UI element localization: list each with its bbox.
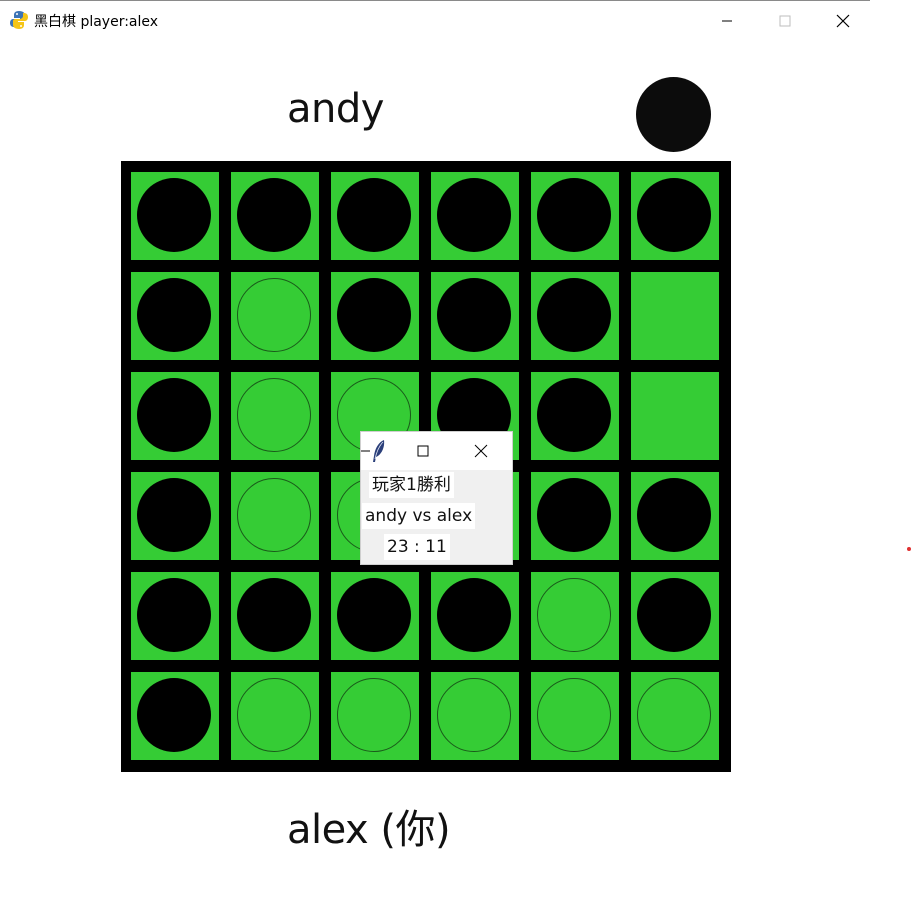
board-cell-r4-c6[interactable]: [631, 472, 719, 560]
maximize-button[interactable]: [756, 2, 814, 40]
board-cell-r1-c4[interactable]: [431, 172, 519, 260]
board-cell-r1-c1[interactable]: [131, 172, 219, 260]
result-dialog: 玩家1勝利 andy vs alex 23 : 11: [361, 432, 512, 564]
board-cell-r1-c2[interactable]: [231, 172, 319, 260]
dialog-maximize-button[interactable]: [412, 440, 434, 462]
black-disc-icon: [137, 478, 211, 552]
black-disc-icon: [637, 178, 711, 252]
window-title: 黑白棋 player:alex: [34, 14, 159, 30]
black-disc-icon: [137, 178, 211, 252]
board-cell-r2-c5[interactable]: [531, 272, 619, 360]
board-cell-r5-c3[interactable]: [331, 572, 419, 660]
board-cell-r2-c6[interactable]: [631, 272, 719, 360]
board-cell-r1-c3[interactable]: [331, 172, 419, 260]
black-disc-icon: [237, 578, 311, 652]
tk-feather-icon: [373, 440, 385, 462]
black-disc-icon: [537, 378, 611, 452]
board-cell-r4-c2[interactable]: [231, 472, 319, 560]
board-cell-r2-c3[interactable]: [331, 272, 419, 360]
game-window: 黑白棋 player:alex andy alex (你) 玩家1勝利 andy…: [0, 0, 914, 915]
board-cell-r3-c5[interactable]: [531, 372, 619, 460]
black-disc-icon: [636, 77, 711, 152]
score-label: 23 : 11: [384, 534, 450, 560]
maximize-icon: [417, 445, 429, 457]
black-disc-icon: [637, 478, 711, 552]
black-disc-icon: [137, 678, 211, 752]
board-cell-r6-c4[interactable]: [431, 672, 519, 760]
player-name: alex (你): [287, 807, 451, 853]
valid-move-ring-icon: [437, 678, 511, 752]
black-disc-icon: [337, 178, 411, 252]
black-disc-icon: [537, 278, 611, 352]
board-cell-r2-c4[interactable]: [431, 272, 519, 360]
cursor-dot: [907, 547, 911, 551]
black-disc-icon: [337, 278, 411, 352]
valid-move-ring-icon: [337, 678, 411, 752]
board-cell-r1-c5[interactable]: [531, 172, 619, 260]
board-cell-r3-c6[interactable]: [631, 372, 719, 460]
valid-move-ring-icon: [237, 378, 311, 452]
black-disc-icon: [437, 278, 511, 352]
minimize-icon: [722, 20, 732, 22]
black-disc-icon: [137, 278, 211, 352]
board-cell-r5-c5[interactable]: [531, 572, 619, 660]
opponent-name: andy: [287, 86, 384, 132]
board-cell-r5-c6[interactable]: [631, 572, 719, 660]
title-bar[interactable]: 黑白棋 player:alex: [0, 1, 914, 41]
valid-move-ring-icon: [537, 678, 611, 752]
black-disc-icon: [137, 578, 211, 652]
valid-move-ring-icon: [237, 278, 311, 352]
valid-move-ring-icon: [237, 478, 311, 552]
board-cell-r5-c4[interactable]: [431, 572, 519, 660]
board-cell-r5-c1[interactable]: [131, 572, 219, 660]
dialog-close-button[interactable]: [470, 440, 492, 462]
maximize-icon: [779, 15, 791, 27]
close-button[interactable]: [814, 2, 872, 40]
board-cell-r1-c6[interactable]: [631, 172, 719, 260]
black-disc-icon: [137, 378, 211, 452]
matchup-label: andy vs alex: [362, 503, 476, 529]
black-disc-icon: [537, 178, 611, 252]
black-disc-icon: [237, 178, 311, 252]
board-cell-r2-c2[interactable]: [231, 272, 319, 360]
black-disc-icon: [537, 478, 611, 552]
black-disc-icon: [637, 578, 711, 652]
black-disc-icon: [437, 578, 511, 652]
minimize-button[interactable]: [698, 2, 756, 40]
close-icon: [474, 444, 488, 458]
valid-move-ring-icon: [237, 678, 311, 752]
board-cell-r6-c3[interactable]: [331, 672, 419, 760]
board-cell-r3-c2[interactable]: [231, 372, 319, 460]
board-cell-r6-c5[interactable]: [531, 672, 619, 760]
board-cell-r2-c1[interactable]: [131, 272, 219, 360]
board-cell-r6-c1[interactable]: [131, 672, 219, 760]
black-disc-icon: [337, 578, 411, 652]
black-disc-icon: [437, 178, 511, 252]
python-snake-icon: [10, 11, 28, 29]
board-cell-r6-c2[interactable]: [231, 672, 319, 760]
board-cell-r5-c2[interactable]: [231, 572, 319, 660]
board-cell-r6-c6[interactable]: [631, 672, 719, 760]
board-cell-r3-c1[interactable]: [131, 372, 219, 460]
valid-move-ring-icon: [637, 678, 711, 752]
valid-move-ring-icon: [537, 578, 611, 652]
board-cell-r4-c1[interactable]: [131, 472, 219, 560]
dialog-title-bar[interactable]: [361, 432, 512, 470]
winner-label: 玩家1勝利: [369, 472, 454, 498]
board-cell-r4-c5[interactable]: [531, 472, 619, 560]
close-icon: [836, 14, 850, 28]
